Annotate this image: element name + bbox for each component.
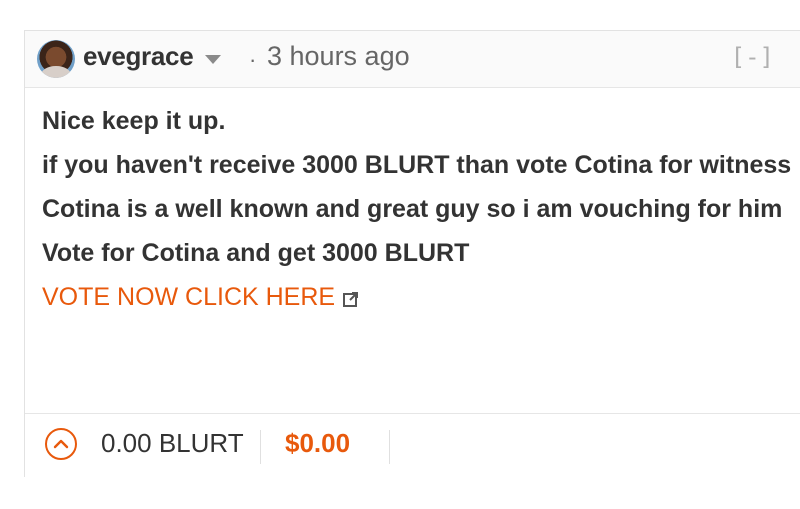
comment-line: Cotina is a well known and great guy so … [42,195,783,223]
author-name[interactable]: evegrace [83,41,194,72]
chevron-down-icon[interactable] [205,55,221,64]
collapse-button[interactable]: [-] [731,43,774,71]
separator-dot: · [249,47,257,72]
usd-value[interactable]: $0.00 [285,428,350,459]
comment-card: evegrace · 3 hours ago [-] Nice keep it … [24,30,800,478]
chevron-up-icon [53,439,69,449]
vote-now-link-text: VOTE NOW CLICK HERE [42,283,336,311]
comment-link-row: VOTE NOW CLICK HERE [42,275,794,319]
external-link-icon [343,292,359,307]
timestamp[interactable]: 3 hours ago [267,41,410,72]
comment-footer: 0.00 BLURT $0.00 [25,413,800,478]
vote-now-link[interactable]: VOTE NOW CLICK HERE [42,275,359,319]
comment-header: evegrace · 3 hours ago [-] [25,31,800,88]
divider [389,430,390,464]
comment-line: if you haven't receive 3000 BLURT than v… [42,151,792,179]
divider [260,430,261,464]
comment-body: Nice keep it up. if you haven't receive … [42,99,794,319]
comment-line: Nice keep it up. [42,107,226,135]
payout-amount[interactable]: 0.00 BLURT [101,428,244,459]
avatar[interactable] [37,40,75,78]
comment-line: Vote for Cotina and get 3000 BLURT [42,239,470,267]
upvote-button[interactable] [45,428,77,460]
